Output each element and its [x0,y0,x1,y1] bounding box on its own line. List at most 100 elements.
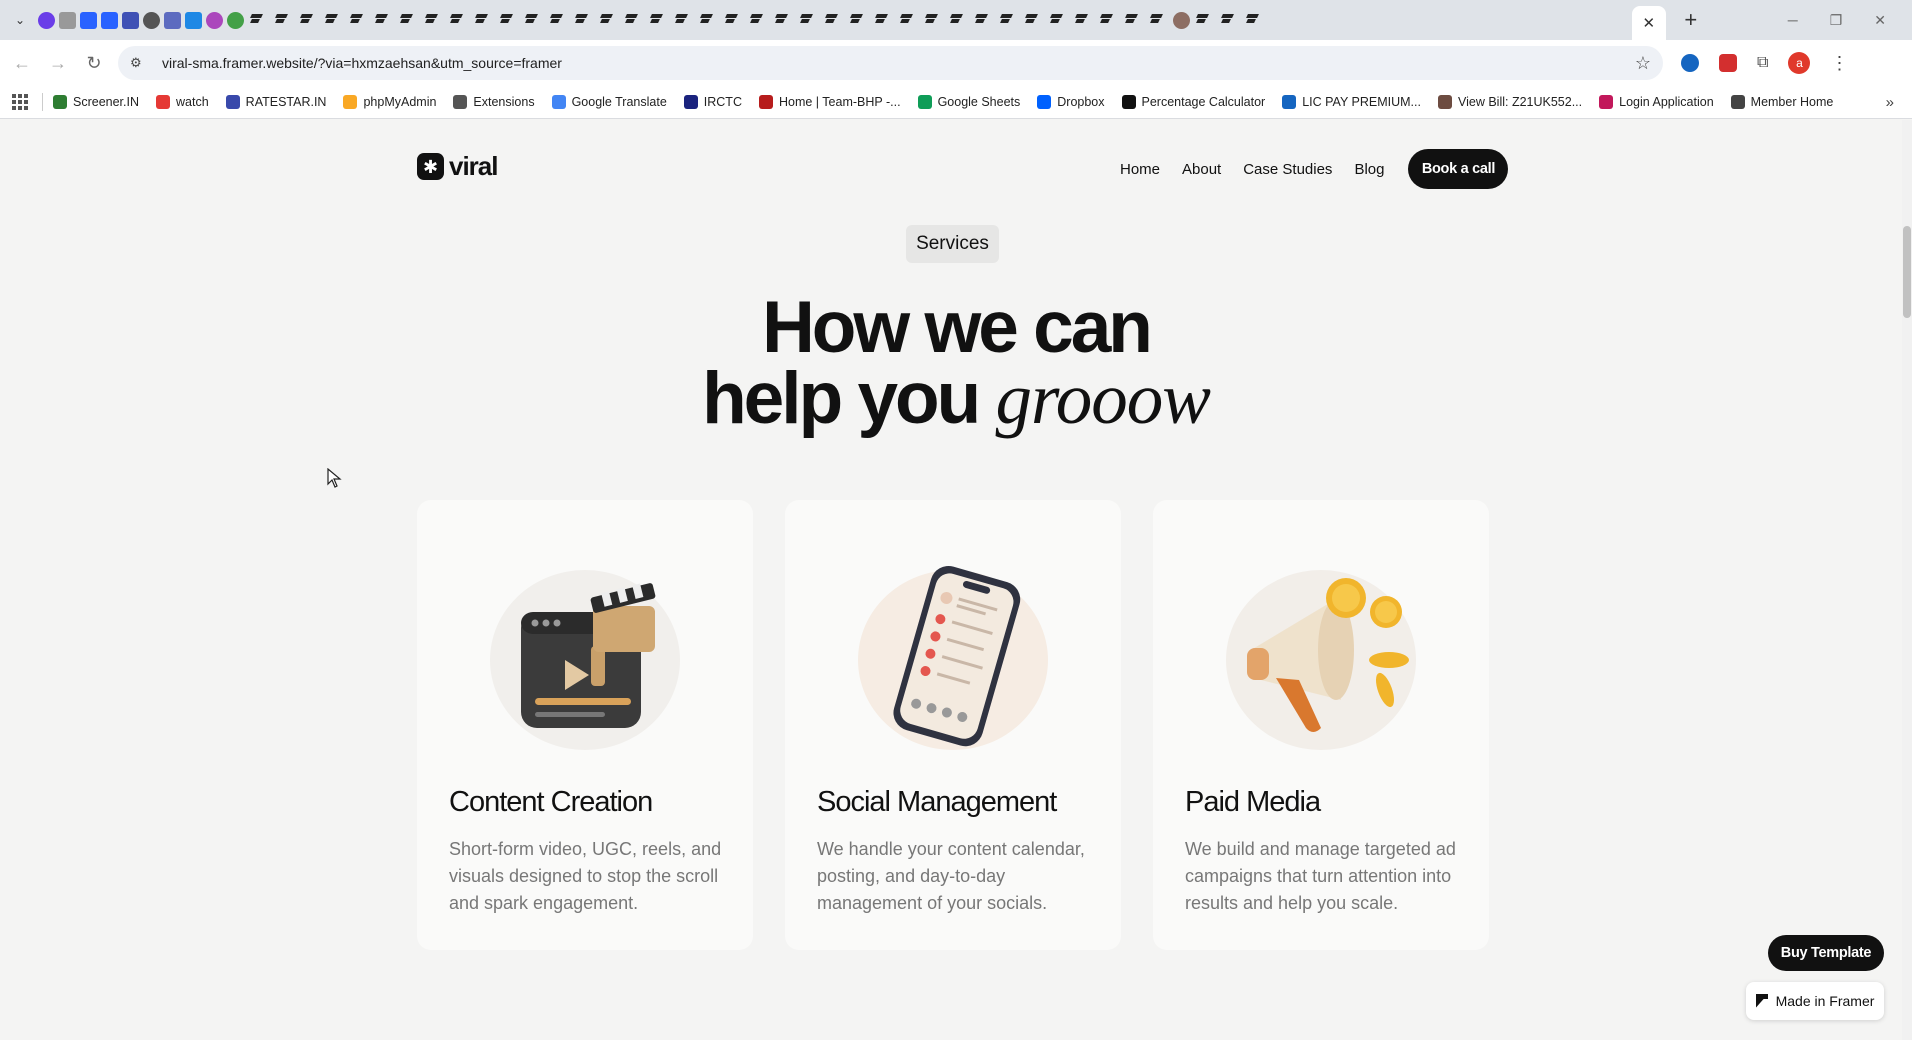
framer-tab-icon[interactable] [348,12,365,29]
bookmark-item[interactable]: Member Home [1730,95,1833,109]
framer-tab-icon[interactable] [973,12,990,29]
framer-tab-icon[interactable] [1219,12,1236,29]
site-logo[interactable]: ✱ viral [417,151,498,182]
bookmark-item[interactable]: View Bill: Z21UK552... [1437,95,1582,109]
framer-tab-icon[interactable] [398,12,415,29]
service-card-paid-media[interactable]: Paid Media We build and manage targeted … [1153,500,1489,950]
nav-case-studies[interactable]: Case Studies [1243,161,1332,178]
bookmark-item[interactable]: IRCTC [683,95,742,109]
framer-tab-icon[interactable] [1148,12,1165,29]
tab-favicon[interactable] [227,11,244,29]
page-scrollbar[interactable] [1902,120,1912,1040]
tab-favicon[interactable] [80,11,97,29]
framer-tab-icon[interactable] [998,12,1015,29]
more-bookmarks-icon[interactable]: » [1886,94,1894,111]
framer-tab-icon[interactable] [448,12,465,29]
framer-tab-icon[interactable] [1023,12,1040,29]
framer-tab-icon[interactable] [573,12,590,29]
bookmark-item[interactable]: Percentage Calculator [1121,95,1265,109]
framer-tab-icon[interactable] [1098,12,1115,29]
service-card-content-creation[interactable]: Content Creation Short-form video, UGC, … [417,500,753,950]
tab-search-button[interactable]: ⌄ [8,8,32,32]
minimize-button[interactable]: ─ [1788,12,1798,29]
tab-favicon[interactable] [59,11,76,29]
bookmark-item[interactable]: Login Application [1599,95,1714,109]
framer-tab-icon[interactable] [948,12,965,29]
bookmark-item[interactable]: Google Sheets [917,95,1020,109]
tab-favicon[interactable] [143,11,160,29]
bookmark-item[interactable]: Google Translate [551,95,667,109]
tab-favicon[interactable] [206,11,223,29]
bookmark-item[interactable]: phpMyAdmin [343,95,436,109]
framer-tab-icon[interactable] [1073,12,1090,29]
bookmark-item[interactable]: Extensions [453,95,535,109]
framer-tab-icon[interactable] [598,12,615,29]
tab-favicon[interactable] [101,11,118,29]
forward-button[interactable]: → [40,53,76,74]
bookmark-star-icon[interactable]: ☆ [1635,53,1651,74]
site-info-icon[interactable]: ⚙ [130,55,156,71]
bookmark-item[interactable]: Home | Team-BHP -... [758,95,901,109]
framer-tab-icon[interactable] [323,12,340,29]
made-in-framer-button[interactable]: Made in Framer [1746,982,1884,1020]
extension-icon[interactable] [1681,54,1699,72]
bookmark-item[interactable]: LIC PAY PREMIUM... [1282,95,1421,109]
framer-tab-icon[interactable] [548,12,565,29]
framer-tab-icon[interactable] [873,12,890,29]
bookmark-item[interactable]: Dropbox [1037,95,1105,109]
framer-tab-icon[interactable] [698,12,715,29]
address-bar[interactable]: ⚙ viral-sma.framer.website/?via=hxmzaehs… [118,46,1663,80]
back-button[interactable]: ← [4,53,40,74]
avatar-tab-icon[interactable] [1173,11,1190,29]
url-text[interactable]: viral-sma.framer.website/?via=hxmzaehsan… [162,55,562,71]
book-a-call-button[interactable]: Book a call [1408,149,1509,189]
reload-button[interactable]: ↻ [76,53,112,74]
puzzle-extensions-icon[interactable]: ⧉ [1757,54,1768,72]
framer-tab-icon[interactable] [298,12,315,29]
framer-tab-icon[interactable] [748,12,765,29]
browser-menu-icon[interactable]: ⋮ [1830,53,1848,74]
framer-tab-icon[interactable] [373,12,390,29]
bookmark-item[interactable]: RATESTAR.IN [225,95,326,109]
framer-tab-icon[interactable] [798,12,815,29]
framer-tab-icon[interactable] [1123,12,1140,29]
framer-tab-icon[interactable] [648,12,665,29]
nav-about[interactable]: About [1182,161,1221,178]
framer-tab-icon[interactable] [498,12,515,29]
service-card-social-management[interactable]: Social Management We handle your content… [785,500,1121,950]
nav-home[interactable]: Home [1120,161,1160,178]
framer-tab-icon[interactable] [773,12,790,29]
framer-tab-icon[interactable] [273,12,290,29]
apps-grid-icon[interactable] [12,94,28,110]
framer-tab-icon[interactable] [1244,12,1261,29]
profile-avatar[interactable]: a [1788,52,1811,74]
active-tab-close-button[interactable]: ✕ [1631,6,1666,40]
framer-tab-icon[interactable] [473,12,490,29]
framer-tab-icon[interactable] [1048,12,1065,29]
framer-tab-icon[interactable] [723,12,740,29]
buy-template-button[interactable]: Buy Template [1768,935,1884,971]
framer-tab-icon[interactable] [1194,12,1211,29]
framer-tab-icon[interactable] [848,12,865,29]
framer-tab-icon[interactable] [923,12,940,29]
framer-tab-icon[interactable] [898,12,915,29]
restore-button[interactable]: ❐ [1830,12,1843,29]
tab-favicon[interactable] [164,11,181,29]
framer-tab-icon[interactable] [823,12,840,29]
new-tab-button[interactable]: + [1674,7,1708,33]
tab-favicon[interactable] [185,11,202,29]
tab-favicon[interactable] [38,11,55,29]
framer-tab-icon[interactable] [523,12,540,29]
tab-favicon[interactable] [122,11,139,29]
scrollbar-thumb[interactable] [1903,226,1911,318]
nav-blog[interactable]: Blog [1354,161,1384,178]
bookmark-item[interactable]: Screener.IN [53,95,139,109]
framer-tab-icon[interactable] [248,12,265,29]
shield-extension-icon[interactable] [1719,54,1737,72]
bookmark-item[interactable]: watch [156,95,209,109]
framer-tab-icon[interactable] [623,12,640,29]
card-title: Social Management [817,786,1057,818]
framer-tab-icon[interactable] [423,12,440,29]
framer-tab-icon[interactable] [673,12,690,29]
close-window-button[interactable]: ✕ [1874,12,1886,29]
